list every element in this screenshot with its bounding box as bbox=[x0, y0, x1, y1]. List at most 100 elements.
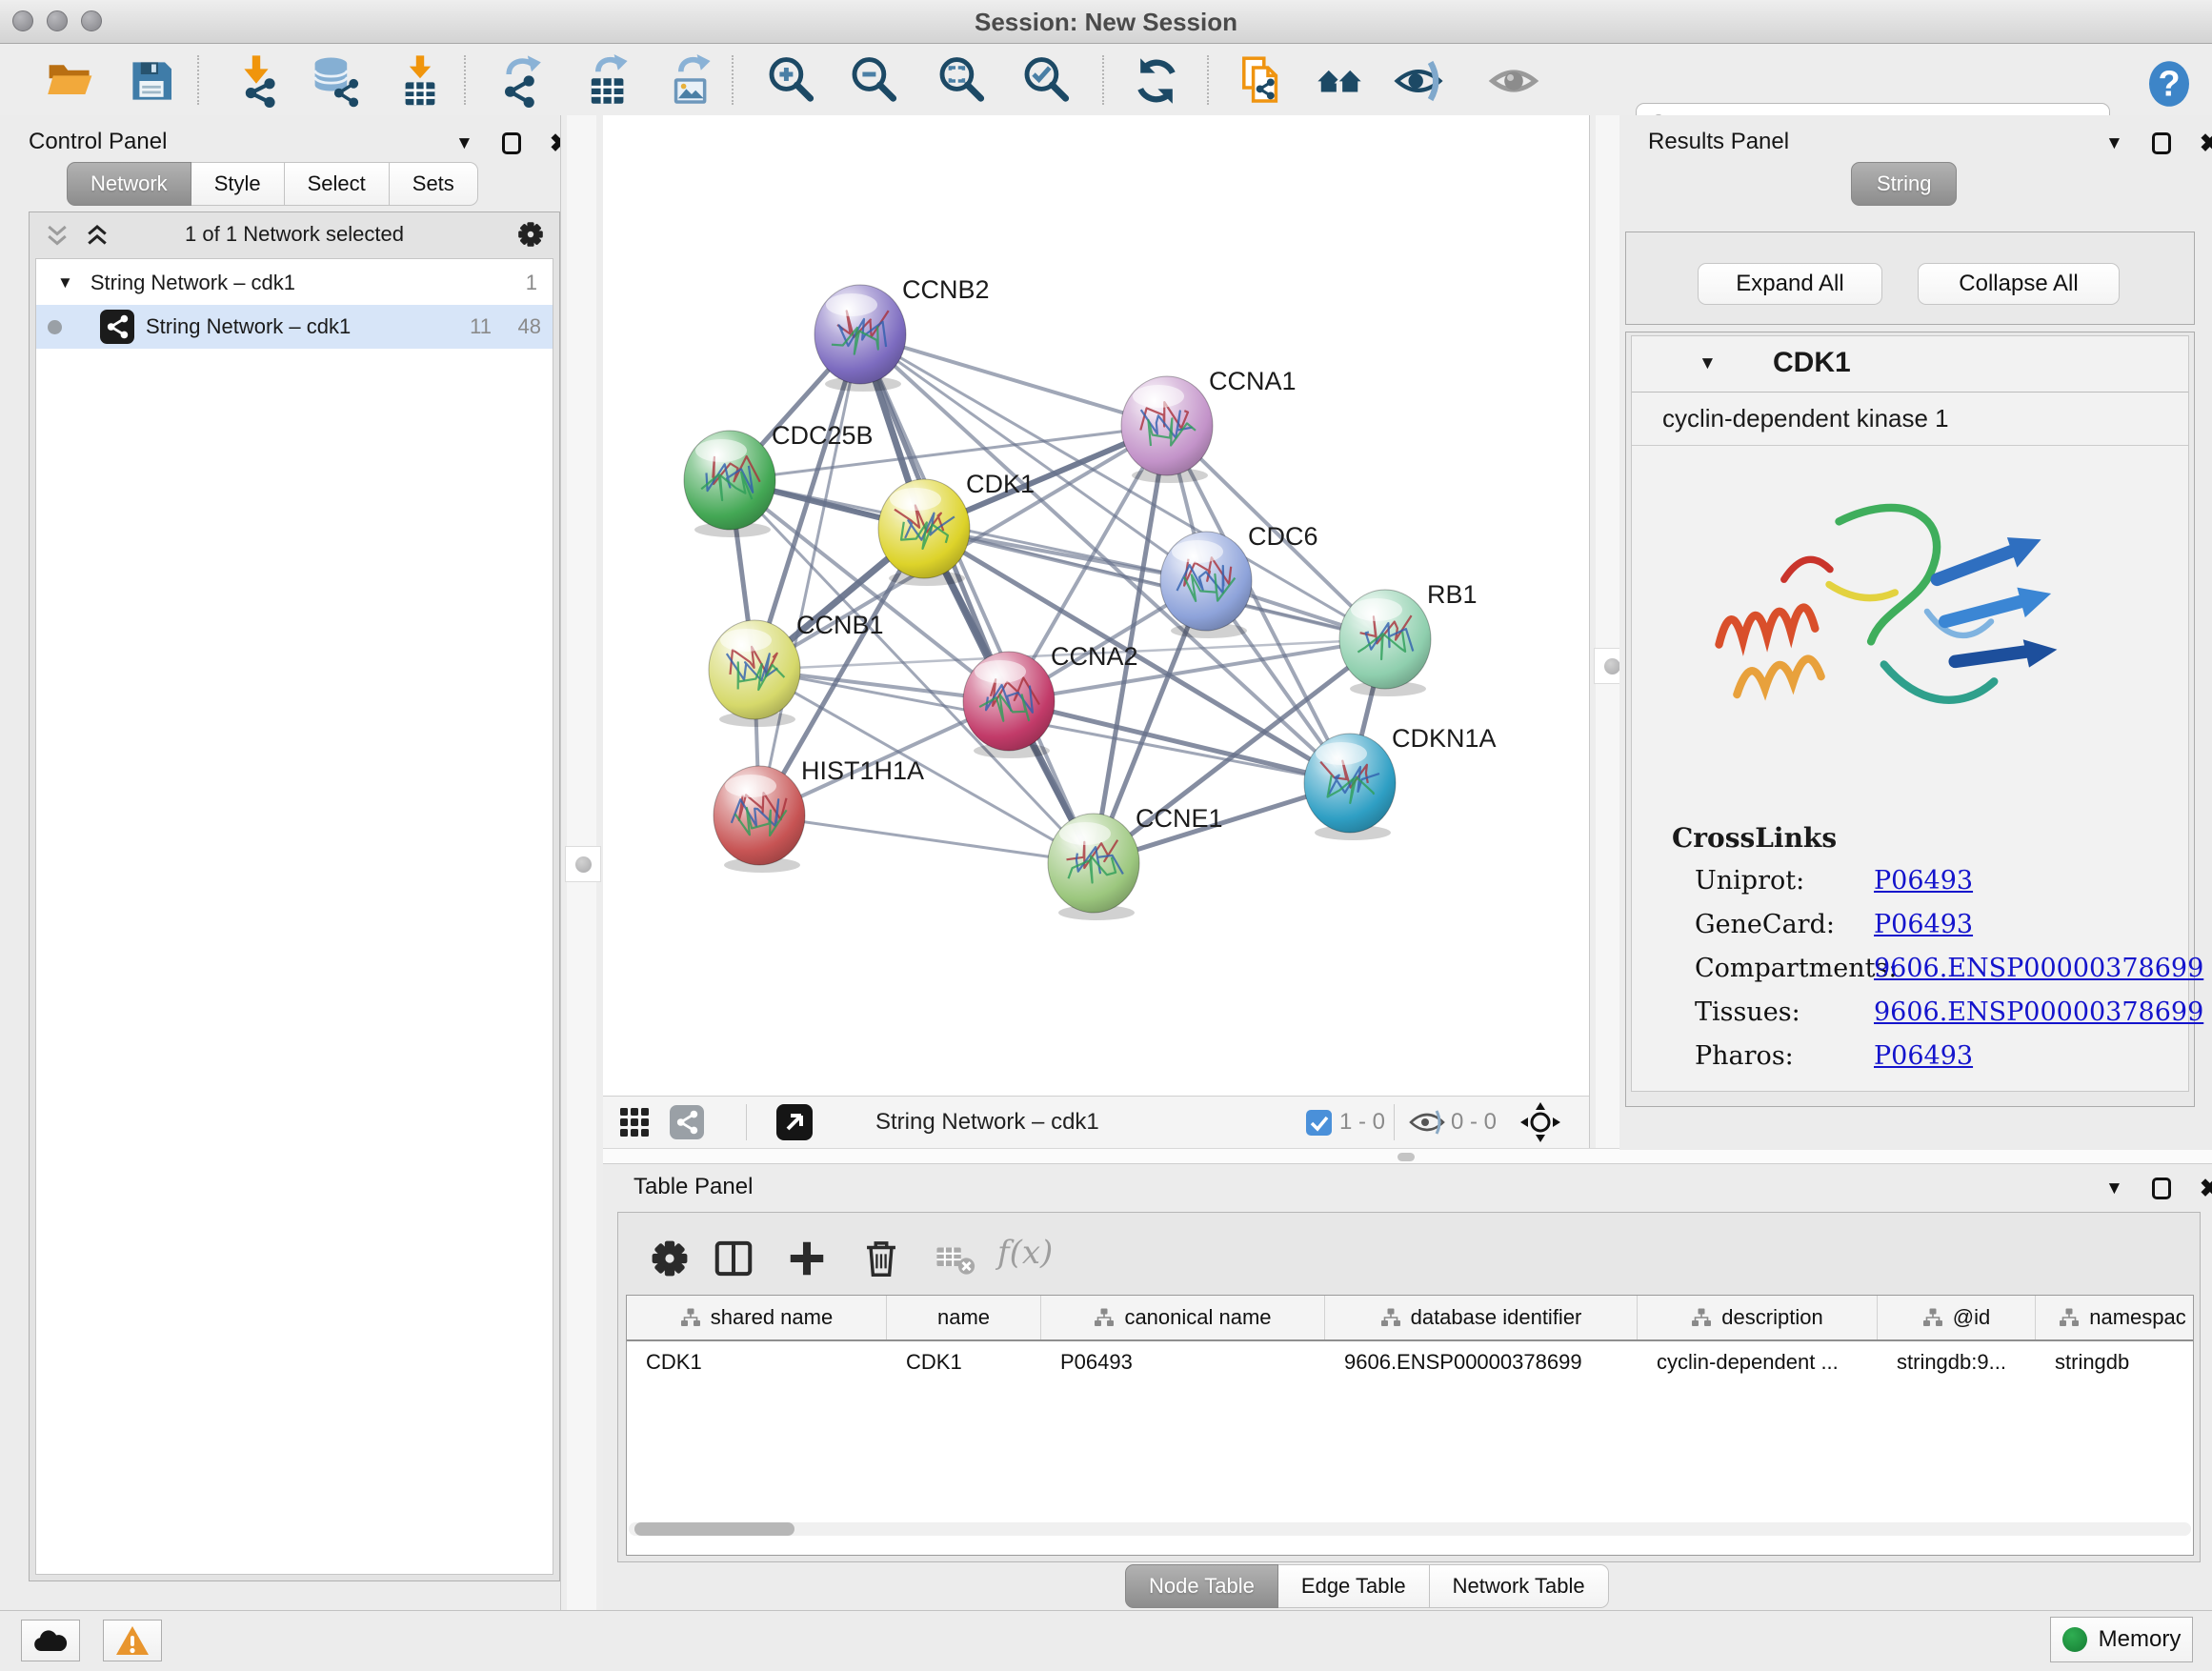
network-node-RB1[interactable] bbox=[1339, 590, 1431, 696]
selected-checkbox-icon[interactable] bbox=[1306, 1104, 1332, 1140]
table-cell[interactable]: stringdb bbox=[2036, 1341, 2194, 1383]
column-header--id[interactable]: @id bbox=[1878, 1296, 2036, 1339]
panel-menu-icon[interactable]: ▼ bbox=[2105, 134, 2123, 152]
node-count: 11 bbox=[470, 314, 492, 339]
node-table[interactable]: shared namenamecanonical namedatabase id… bbox=[626, 1295, 2194, 1556]
column-header-shared-name[interactable]: shared name bbox=[627, 1296, 887, 1339]
hidden-eye-icon[interactable] bbox=[1408, 1104, 1446, 1140]
apply-layout-button[interactable] bbox=[1129, 53, 1184, 109]
network-node-CCNE1[interactable] bbox=[1048, 814, 1139, 920]
crosslink-link[interactable]: 9606.ENSP00000378699 bbox=[1874, 954, 2203, 983]
tab-style[interactable]: Style bbox=[191, 162, 285, 206]
grid-view-icon[interactable] bbox=[618, 1104, 651, 1140]
table-cell[interactable]: stringdb:9... bbox=[1878, 1341, 2036, 1383]
table-cell[interactable]: P06493 bbox=[1041, 1341, 1325, 1383]
zoom-selected-button[interactable] bbox=[1019, 53, 1075, 109]
tab-select[interactable]: Select bbox=[285, 162, 390, 206]
show-graphics-details-button[interactable] bbox=[1486, 53, 1541, 109]
network-node-HIST1H1A[interactable] bbox=[714, 766, 805, 873]
import-network-file-button[interactable] bbox=[229, 53, 284, 109]
fit-content-crosshair-icon[interactable] bbox=[1519, 1104, 1561, 1140]
panel-close-icon[interactable]: ✖ bbox=[2200, 1176, 2212, 1200]
crosslink-link[interactable]: 9606.ENSP00000378699 bbox=[1874, 997, 2203, 1027]
table-cell[interactable]: CDK1 bbox=[887, 1341, 1041, 1383]
import-table-button[interactable] bbox=[392, 53, 448, 109]
tab-edge-table[interactable]: Edge Table bbox=[1278, 1564, 1430, 1608]
export-network-button[interactable] bbox=[497, 53, 553, 109]
tree-collapse-icon[interactable]: ▼ bbox=[57, 273, 73, 292]
help-button[interactable]: ? bbox=[2142, 56, 2197, 111]
tab-sets[interactable]: Sets bbox=[390, 162, 478, 206]
network-edge[interactable] bbox=[759, 334, 860, 815]
show-columns-icon[interactable] bbox=[709, 1234, 758, 1283]
column-header-canonical-name[interactable]: canonical name bbox=[1041, 1296, 1325, 1339]
table-cell[interactable]: cyclin-dependent ... bbox=[1638, 1341, 1878, 1383]
function-builder-icon[interactable]: f(x) bbox=[997, 1234, 1053, 1272]
table-cell[interactable]: CDK1 bbox=[627, 1341, 887, 1383]
home-neighborhood-button[interactable] bbox=[1312, 53, 1367, 109]
column-header-database-identifier[interactable]: database identifier bbox=[1325, 1296, 1638, 1339]
tab-node-table[interactable]: Node Table bbox=[1125, 1564, 1278, 1608]
delete-table-icon[interactable] bbox=[931, 1234, 980, 1283]
panel-float-icon[interactable] bbox=[2152, 132, 2171, 154]
panel-menu-icon[interactable]: ▼ bbox=[455, 134, 473, 152]
network-collection-row[interactable]: ▼ String Network – cdk1 1 bbox=[36, 261, 553, 305]
network-node-CDKN1A[interactable] bbox=[1304, 734, 1396, 840]
export-table-button[interactable] bbox=[581, 53, 636, 109]
expand-all-button[interactable]: Expand All bbox=[1698, 263, 1882, 305]
import-network-database-button[interactable] bbox=[309, 53, 364, 109]
delete-column-trash-icon[interactable] bbox=[856, 1234, 906, 1283]
tab-network[interactable]: Network bbox=[67, 162, 191, 206]
network-canvas[interactable]: CCNB2CCNA1CDC25BCDK1CDC6RB1CCNB1CCNA2CDK… bbox=[603, 115, 1589, 1096]
crosslink-link[interactable]: P06493 bbox=[1874, 866, 1973, 896]
save-session-button[interactable] bbox=[124, 53, 179, 109]
panel-float-icon[interactable] bbox=[2152, 1178, 2171, 1199]
memory-button[interactable]: Memory bbox=[2050, 1617, 2193, 1662]
network-node-CCNA1[interactable] bbox=[1121, 376, 1213, 483]
column-header-description[interactable]: description bbox=[1638, 1296, 1878, 1339]
horizontal-splitter-handle[interactable] bbox=[1398, 1153, 1415, 1161]
crosslink-label: Compartments: bbox=[1695, 954, 1897, 983]
network-node-CCNB2[interactable] bbox=[814, 285, 906, 392]
clone-network-button[interactable] bbox=[1234, 53, 1289, 109]
panel-menu-icon[interactable]: ▼ bbox=[2105, 1179, 2123, 1198]
column-header-namespac[interactable]: namespac bbox=[2036, 1296, 2194, 1339]
table-row[interactable]: CDK1CDK1P064939606.ENSP00000378699cyclin… bbox=[627, 1341, 2193, 1383]
hide-graphics-details-button[interactable] bbox=[1391, 53, 1446, 109]
table-cell[interactable]: 9606.ENSP00000378699 bbox=[1325, 1341, 1638, 1383]
network-edge[interactable] bbox=[860, 334, 1167, 426]
scrollbar-thumb[interactable] bbox=[634, 1522, 794, 1536]
warning-status-button[interactable] bbox=[103, 1620, 162, 1661]
left-splitter[interactable] bbox=[560, 115, 605, 1610]
section-collapse-icon[interactable]: ▼ bbox=[1699, 353, 1717, 374]
crosslink-link[interactable]: P06493 bbox=[1874, 910, 1973, 939]
zoom-out-button[interactable] bbox=[847, 53, 902, 109]
gene-card-header[interactable]: ▼ CDK1 bbox=[1632, 336, 2188, 393]
cloud-status-button[interactable] bbox=[21, 1620, 80, 1661]
panel-float-icon[interactable] bbox=[502, 132, 521, 154]
table-options-gear-icon[interactable] bbox=[645, 1234, 694, 1283]
table-panel: Table Panel ▼ ✖ f(x) shared na bbox=[603, 1164, 2212, 1610]
left-splitter-handle[interactable] bbox=[565, 846, 601, 882]
zoom-in-button[interactable] bbox=[764, 53, 819, 109]
create-column-plus-icon[interactable] bbox=[782, 1234, 832, 1283]
network-row-selected[interactable]: String Network – cdk1 11 48 bbox=[36, 305, 553, 349]
panel-close-icon[interactable]: ✖ bbox=[2200, 131, 2212, 155]
tab-network-table[interactable]: Network Table bbox=[1430, 1564, 1609, 1608]
zoom-fit-button[interactable] bbox=[935, 53, 990, 109]
network-view-icon[interactable] bbox=[670, 1104, 704, 1140]
network-node-CCNB1[interactable] bbox=[709, 620, 800, 727]
network-options-gear-icon[interactable] bbox=[515, 219, 546, 250]
tab-string[interactable]: String bbox=[1851, 162, 1957, 206]
export-image-button[interactable] bbox=[664, 53, 719, 109]
horizontal-splitter[interactable] bbox=[603, 1148, 2212, 1164]
gene-description: cyclin-dependent kinase 1 bbox=[1662, 404, 1949, 433]
column-header-name[interactable]: name bbox=[887, 1296, 1041, 1339]
open-session-button[interactable] bbox=[43, 53, 98, 109]
crosslink-link[interactable]: P06493 bbox=[1874, 1041, 1973, 1071]
collapse-all-button[interactable]: Collapse All bbox=[1918, 263, 2120, 305]
network-node-CDC25B[interactable] bbox=[684, 431, 775, 537]
table-horizontal-scrollbar[interactable] bbox=[629, 1522, 2191, 1536]
birdseye-view-icon[interactable] bbox=[776, 1104, 813, 1140]
network-edge[interactable] bbox=[759, 815, 1094, 863]
